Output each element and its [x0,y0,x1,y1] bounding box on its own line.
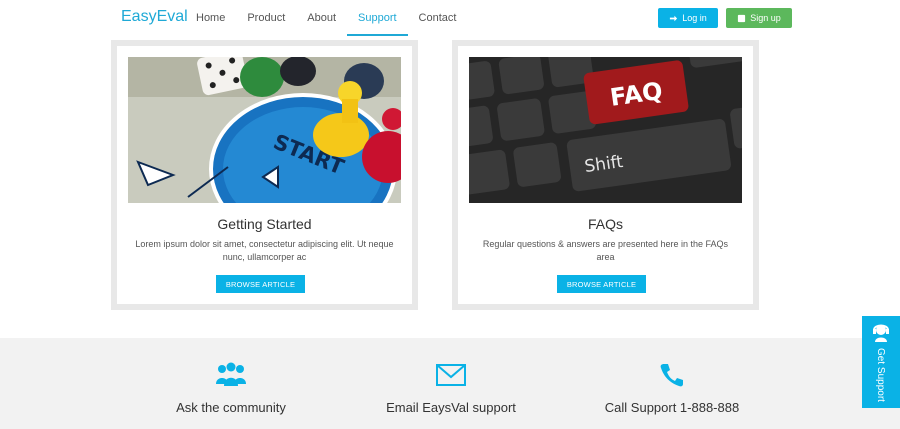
ask-community-link[interactable]: Ask the community [131,360,331,415]
signup-icon [738,14,746,22]
phone-icon [572,360,772,390]
nav-links: Home Product About Support Contact [185,0,467,36]
card-text: Regular questions & answers are presente… [482,239,729,262]
signup-button[interactable]: Sign up [726,8,792,28]
card-title: FAQs [587,216,623,232]
email-support-link[interactable]: Email EaysVal support [351,360,551,415]
get-support-label: Get Support [875,348,886,402]
login-button[interactable]: Log in [658,8,718,28]
browse-article-button[interactable]: BROWSE ARTICLE [216,275,305,293]
card-getting-started: START Getting Started Lorem ipsum dolor … [111,40,418,310]
signup-label: Sign up [750,13,781,23]
nav-about[interactable]: About [296,0,347,36]
card-faqs: FAQ Shift FAQs Regular questions & answe… [452,40,759,310]
brand-logo[interactable]: EasyEval [121,8,188,26]
board-game-image: START [128,57,401,203]
get-support-tab[interactable]: Get Support [862,316,900,408]
faq-keyboard-image: FAQ Shift [469,57,742,203]
nav-home[interactable]: Home [185,0,236,36]
call-support-label: Call Support 1-888-888 [604,400,740,415]
card-title: Getting Started [217,216,312,232]
navbar: EasyEval Home Product About Support Cont… [0,0,900,36]
browse-article-button[interactable]: BROWSE ARTICLE [557,275,646,293]
nav-product[interactable]: Product [236,0,296,36]
headset-icon [873,324,889,342]
card-text: Lorem ipsum dolor sit amet, consectetur … [135,239,394,262]
ask-community-label: Ask the community [176,400,286,415]
login-icon [670,15,678,21]
email-support-label: Email EaysVal support [386,400,516,415]
community-icon [131,360,331,390]
nav-support[interactable]: Support [347,0,408,36]
call-support-link[interactable]: Call Support 1-888-888 [572,360,772,415]
mail-icon [351,360,551,390]
support-strip: Ask the community Email EaysVal support … [0,338,900,429]
login-label: Log in [682,13,707,23]
nav-contact[interactable]: Contact [408,0,468,36]
